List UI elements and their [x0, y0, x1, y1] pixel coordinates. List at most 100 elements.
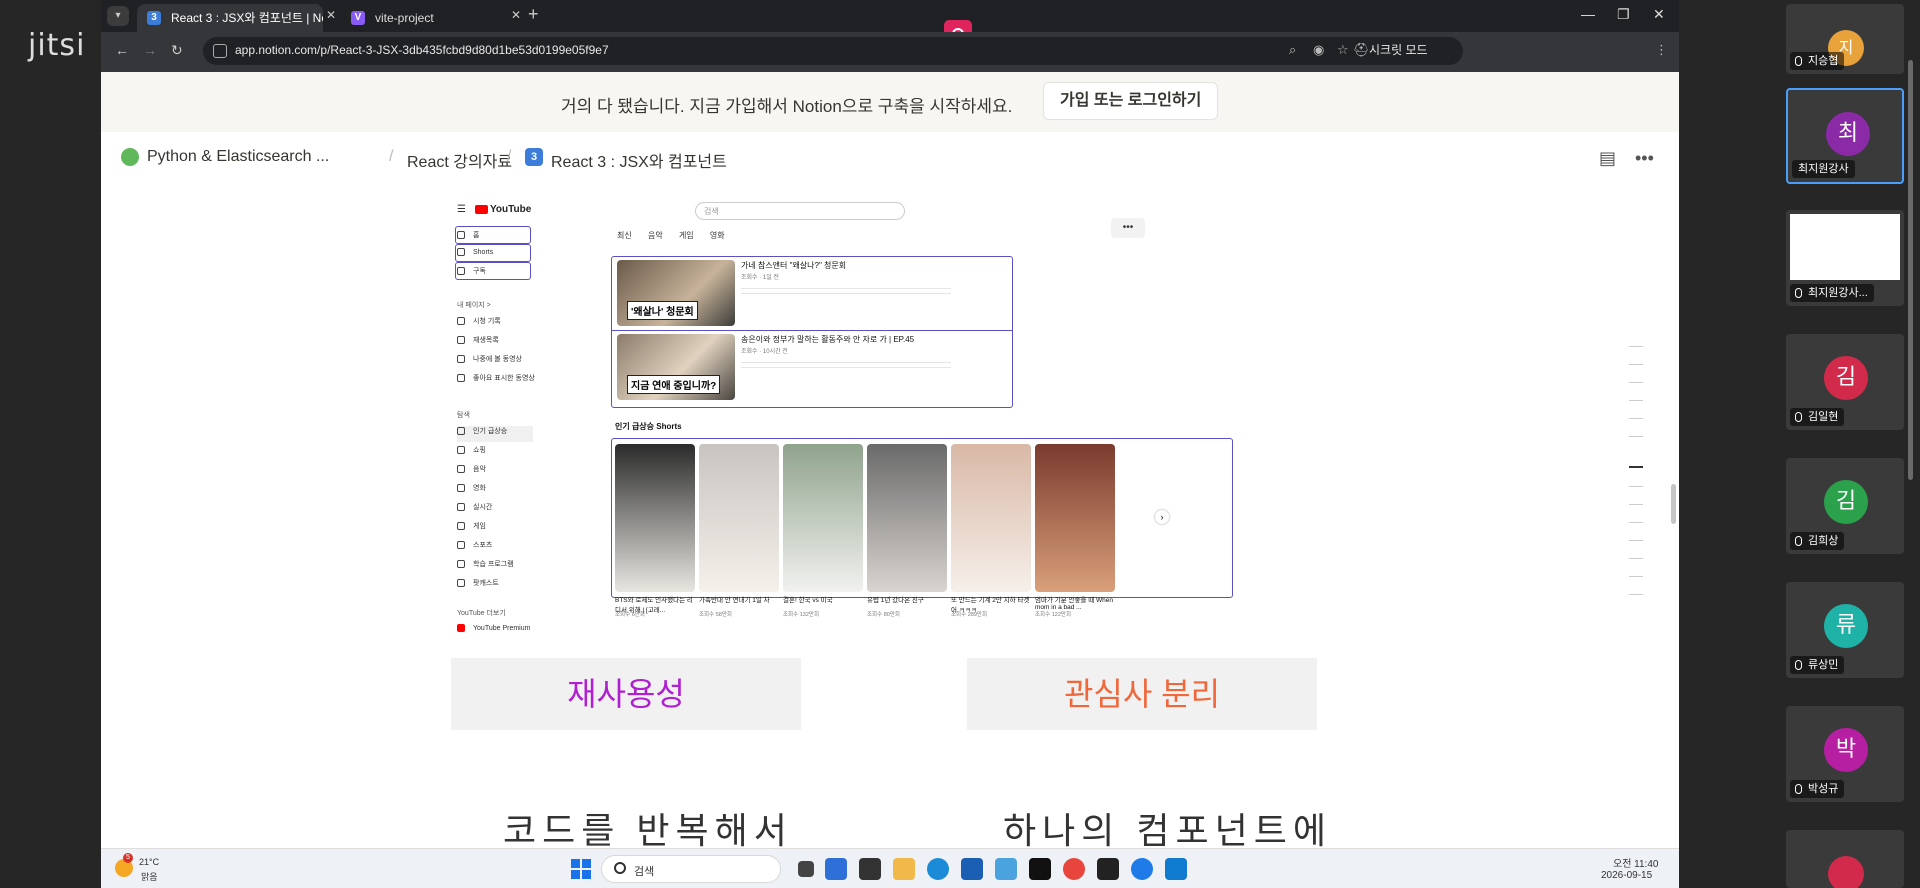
participant-name-tag: 류상민 — [1790, 656, 1845, 674]
scroll-marker — [1629, 346, 1643, 347]
participant-avatar — [1828, 856, 1864, 888]
yt-video-item: '왜살나' 청문회 가네 참스앤터 "왜살나?" 청문회 조회수 · 1일 전 — [613, 256, 959, 330]
scroll-marker-current[interactable] — [1629, 466, 1643, 468]
mic-muted-icon — [1795, 56, 1802, 66]
tab-search-dropdown-icon[interactable]: ▾ — [107, 6, 129, 26]
short-title: 엄마가 기분 안좋을 때 When mom in a bad ... — [1035, 597, 1114, 611]
scroll-marker — [1629, 504, 1643, 505]
yt-sidebar-item: 시청 기록 — [457, 316, 501, 332]
eye-off-icon[interactable]: ◉ — [1313, 42, 1324, 58]
scroll-marker — [1629, 486, 1643, 487]
store-icon[interactable] — [961, 858, 983, 880]
weather-badge: 5 — [123, 853, 133, 863]
yt-section-header: 내 페이지 > — [457, 302, 491, 309]
photos-app-icon[interactable] — [825, 858, 847, 880]
new-tab-icon[interactable]: + — [528, 4, 539, 25]
app-icon[interactable] — [859, 858, 881, 880]
tab-close-icon[interactable]: ✕ — [511, 8, 521, 22]
video-title: 송은이와 정부가 말하는 활동주와 안 자로 가 | EP.45 — [741, 335, 915, 344]
maps-icon[interactable] — [1131, 858, 1153, 880]
scroll-marker — [1629, 436, 1643, 437]
scroll-marker — [1629, 364, 1643, 365]
yt-sidebar-item: 스포츠 — [457, 540, 492, 556]
yt-sidebar-item: 영화 — [457, 483, 486, 499]
participant-tile[interactable]: 김 김희상 — [1786, 458, 1904, 554]
short-views: 조회수 132만회 — [783, 612, 820, 618]
forward-icon[interactable]: → — [143, 42, 157, 58]
taskbar-date[interactable]: 2026-09-15 — [1601, 870, 1652, 881]
participant-name-tag: 지승협 — [1790, 52, 1845, 70]
signup-login-button[interactable]: 가입 또는 로그인하기 — [1043, 82, 1219, 120]
tab-close-icon[interactable]: ✕ — [326, 8, 336, 22]
maximize-icon[interactable]: ❐ — [1617, 6, 1630, 23]
participant-avatar: 김 — [1824, 356, 1868, 400]
chip: 음악 — [647, 231, 663, 240]
incognito-label[interactable]: 시크릿 모드 — [1369, 41, 1428, 58]
shared-screen: ▾ 3 React 3 : JSX와 컴포넌트 | Not ✕ V vite-p… — [101, 0, 1679, 888]
breadcrumb-current-page[interactable]: React 3 : JSX와 컴포넌트 — [551, 148, 727, 172]
minimize-icon[interactable]: — — [1581, 6, 1595, 22]
address-bar[interactable]: app.notion.com/p/React-3-JSX-3db435fcbd9… — [203, 37, 1463, 65]
close-window-icon[interactable]: ✕ — [1653, 6, 1665, 23]
yt-sidebar-item: 실시간 — [457, 502, 492, 518]
participant-avatar: 최 — [1826, 112, 1870, 156]
vscode-icon[interactable] — [1165, 858, 1187, 880]
task-view-icon[interactable] — [798, 861, 814, 877]
terminal-icon[interactable] — [1097, 858, 1119, 880]
tab-vite-project[interactable]: V vite-project — [341, 4, 521, 32]
tab-label: React 3 : JSX와 컴포넌트 | Not — [171, 11, 323, 25]
breadcrumb-react-materials[interactable]: React 강의자료 — [407, 148, 512, 172]
reload-icon[interactable]: ↻ — [171, 42, 183, 59]
bookmark-star-icon[interactable]: ☆ — [1337, 42, 1349, 58]
vite-favicon-icon: V — [351, 11, 365, 25]
site-info-icon[interactable] — [213, 44, 227, 58]
workspace-leaf-icon — [121, 148, 139, 166]
scroll-marker — [1629, 576, 1643, 577]
screen-share-tile[interactable]: 최지원강사... — [1786, 210, 1904, 306]
participant-name-tag: 김희상 — [1790, 532, 1845, 550]
yt-sidebar-item: 팟캐스트 — [457, 578, 499, 594]
tab-react-notion[interactable]: 3 React 3 : JSX와 컴포넌트 | Not — [137, 4, 323, 32]
participant-tile-active[interactable]: 최 최지원강사 — [1786, 88, 1904, 184]
chrome-browser-icon[interactable] — [1063, 858, 1085, 880]
participant-tile-partial[interactable] — [1786, 830, 1904, 888]
short-thumbnail — [1035, 444, 1115, 592]
video-description — [741, 284, 951, 298]
yt-sidebar-item: 인기 급상승 — [457, 426, 533, 442]
participant-tile[interactable]: 류 류상민 — [1786, 582, 1904, 678]
yt-sidebar-item: 좋아요 표시한 동영상 — [457, 373, 535, 389]
browser-address-row: ← → ↻ app.notion.com/p/React-3-JSX-3db43… — [101, 32, 1679, 72]
file-explorer-icon[interactable] — [893, 858, 915, 880]
video-description — [741, 358, 951, 372]
taskbar-search[interactable]: 검색 — [601, 855, 781, 883]
back-icon[interactable]: ← — [115, 42, 129, 58]
next-arrow-icon: › — [1155, 510, 1169, 524]
mail-icon[interactable] — [995, 858, 1017, 880]
signup-banner: 거의 다 됐습니다. 지금 가입해서 Notion으로 구축을 시작하세요. 가… — [101, 72, 1679, 132]
yt-sidebar-item: YouTube Premium — [457, 624, 530, 640]
breadcrumb-workspace[interactable]: Python & Elasticsearch ... — [147, 148, 329, 166]
menu-kebab-icon[interactable]: ⋮ — [1655, 42, 1668, 58]
zoom-icon[interactable]: ⌕ — [1289, 42, 1296, 58]
participants-scrollbar[interactable] — [1908, 60, 1913, 480]
notion-app-icon[interactable] — [1029, 858, 1051, 880]
more-options-icon[interactable]: ••• — [1635, 148, 1654, 169]
weather-temperature[interactable]: 21°C — [139, 857, 159, 867]
youtube-play-icon — [475, 204, 488, 214]
short-thumbnail — [615, 444, 695, 592]
taskbar-time[interactable]: 오전 11:40 — [1613, 855, 1658, 870]
short-views: 조회수 80만회 — [867, 612, 900, 618]
page-number-icon: 3 — [525, 148, 543, 166]
yt-section-header: YouTube 더보기 — [457, 610, 506, 617]
participant-tile[interactable]: 지 지승협 — [1786, 4, 1904, 74]
signup-banner-text: 거의 다 됐습니다. 지금 가입해서 Notion으로 구축을 시작하세요. — [561, 97, 1013, 116]
windows-start-icon[interactable] — [571, 859, 591, 879]
participant-tile[interactable]: 박 박성규 — [1786, 706, 1904, 802]
page-scrollbar[interactable] — [1671, 484, 1676, 524]
edge-browser-icon[interactable] — [927, 858, 949, 880]
participant-avatar: 김 — [1824, 480, 1868, 524]
video-meta: 조회수 · 1일 전 — [741, 275, 779, 281]
browser-tab-bar: ▾ 3 React 3 : JSX와 컴포넌트 | Not ✕ V vite-p… — [101, 0, 1679, 32]
participant-tile[interactable]: 김 김일현 — [1786, 334, 1904, 430]
comments-icon[interactable]: ▤ — [1599, 148, 1616, 169]
